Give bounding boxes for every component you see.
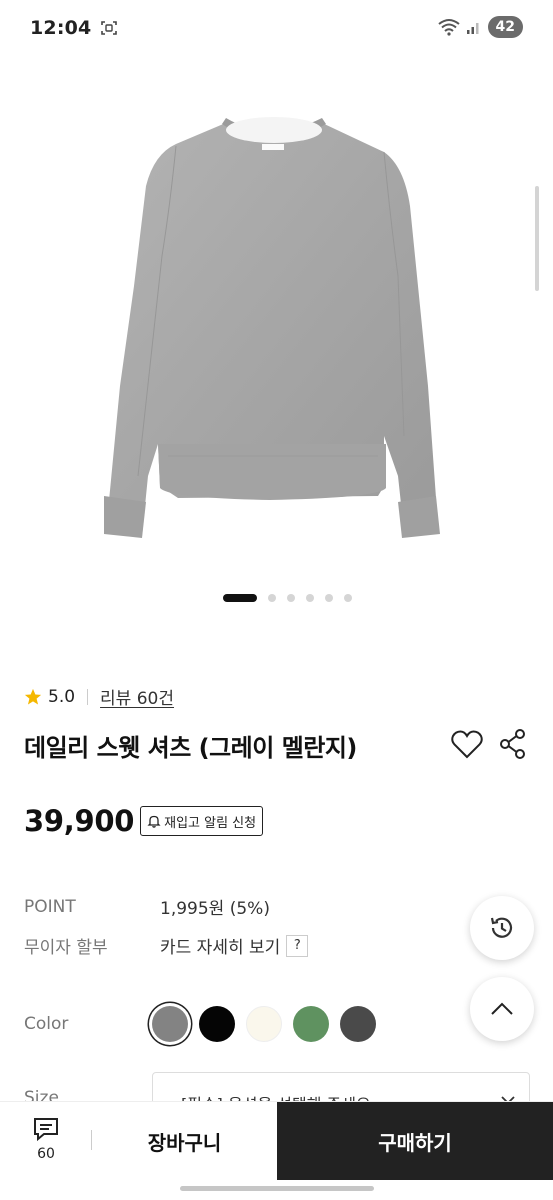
installment-label: 무이자 할부 [24,938,108,958]
carousel-dot[interactable] [223,594,257,602]
product-title: 데일리 스웻 셔츠 (그레이 멜란지) [24,734,357,762]
product-image[interactable] [0,56,553,636]
battery-badge: 42 [487,16,523,38]
chat-icon [34,1118,58,1142]
price: 39,900 [24,804,135,838]
review-count-link[interactable]: 리뷰 60건 [100,684,174,709]
status-time: 12:04 [30,17,92,39]
installment-row: 무이자 할부 카드 자세히 보기 ? [24,933,309,958]
rating-score: 5.0 [48,686,76,707]
rating-row: 5.0 리뷰 60건 [24,684,174,709]
heart-icon [451,730,483,759]
review-chat-button[interactable]: 60 [18,1116,74,1176]
home-indicator[interactable] [180,1186,374,1191]
share-button[interactable] [498,728,528,760]
swatch-black[interactable] [199,1006,235,1042]
color-swatches [152,1006,376,1042]
wifi-icon [437,19,460,36]
swatch-green[interactable] [293,1006,329,1042]
carousel-indicator[interactable] [0,594,553,602]
carousel-dot[interactable] [306,594,314,602]
carousel-dot[interactable] [344,594,352,602]
divider [87,688,89,705]
carousel-dot[interactable] [268,594,276,602]
history-icon [490,917,513,938]
add-to-cart-button[interactable]: 장바구니 [92,1102,277,1180]
signal-icon [466,23,479,34]
bell-icon [147,815,161,828]
screenshot-icon [101,21,118,35]
swatch-gray[interactable] [152,1006,188,1042]
swatch-charcoal[interactable] [340,1006,376,1042]
color-option-row: Color [24,1006,376,1042]
scroll-top-button[interactable] [470,977,534,1041]
sweatshirt-image [104,117,440,538]
help-icon[interactable]: ? [286,934,309,957]
point-label: POINT [24,896,76,917]
recently-viewed-button[interactable] [470,896,534,960]
swatch-cream[interactable] [246,1006,282,1042]
scrollbar-thumb[interactable] [535,186,539,291]
color-label: Color [24,1014,69,1034]
chat-count: 60 [37,1146,55,1162]
price-row: 39,900 재입고 알림 신청 [24,804,264,838]
point-row: POINT 1,995원 (5%) [24,894,270,920]
carousel-dot[interactable] [287,594,295,602]
buy-now-button[interactable]: 구매하기 [277,1102,553,1180]
status-indicators: 42 [437,16,523,38]
wishlist-button[interactable] [450,728,484,760]
carousel-dot[interactable] [325,594,333,602]
restock-alert-label: 재입고 알림 신청 [164,815,257,831]
chevron-up-icon [491,1002,513,1015]
star-icon [24,688,42,705]
share-icon [500,729,525,759]
status-bar: 12:04 42 [0,0,553,56]
point-value: 1,995원 (5%) [160,899,270,919]
installment-value[interactable]: 카드 자세히 보기 [160,933,280,958]
restock-alert-button[interactable]: 재입고 알림 신청 [140,806,264,836]
